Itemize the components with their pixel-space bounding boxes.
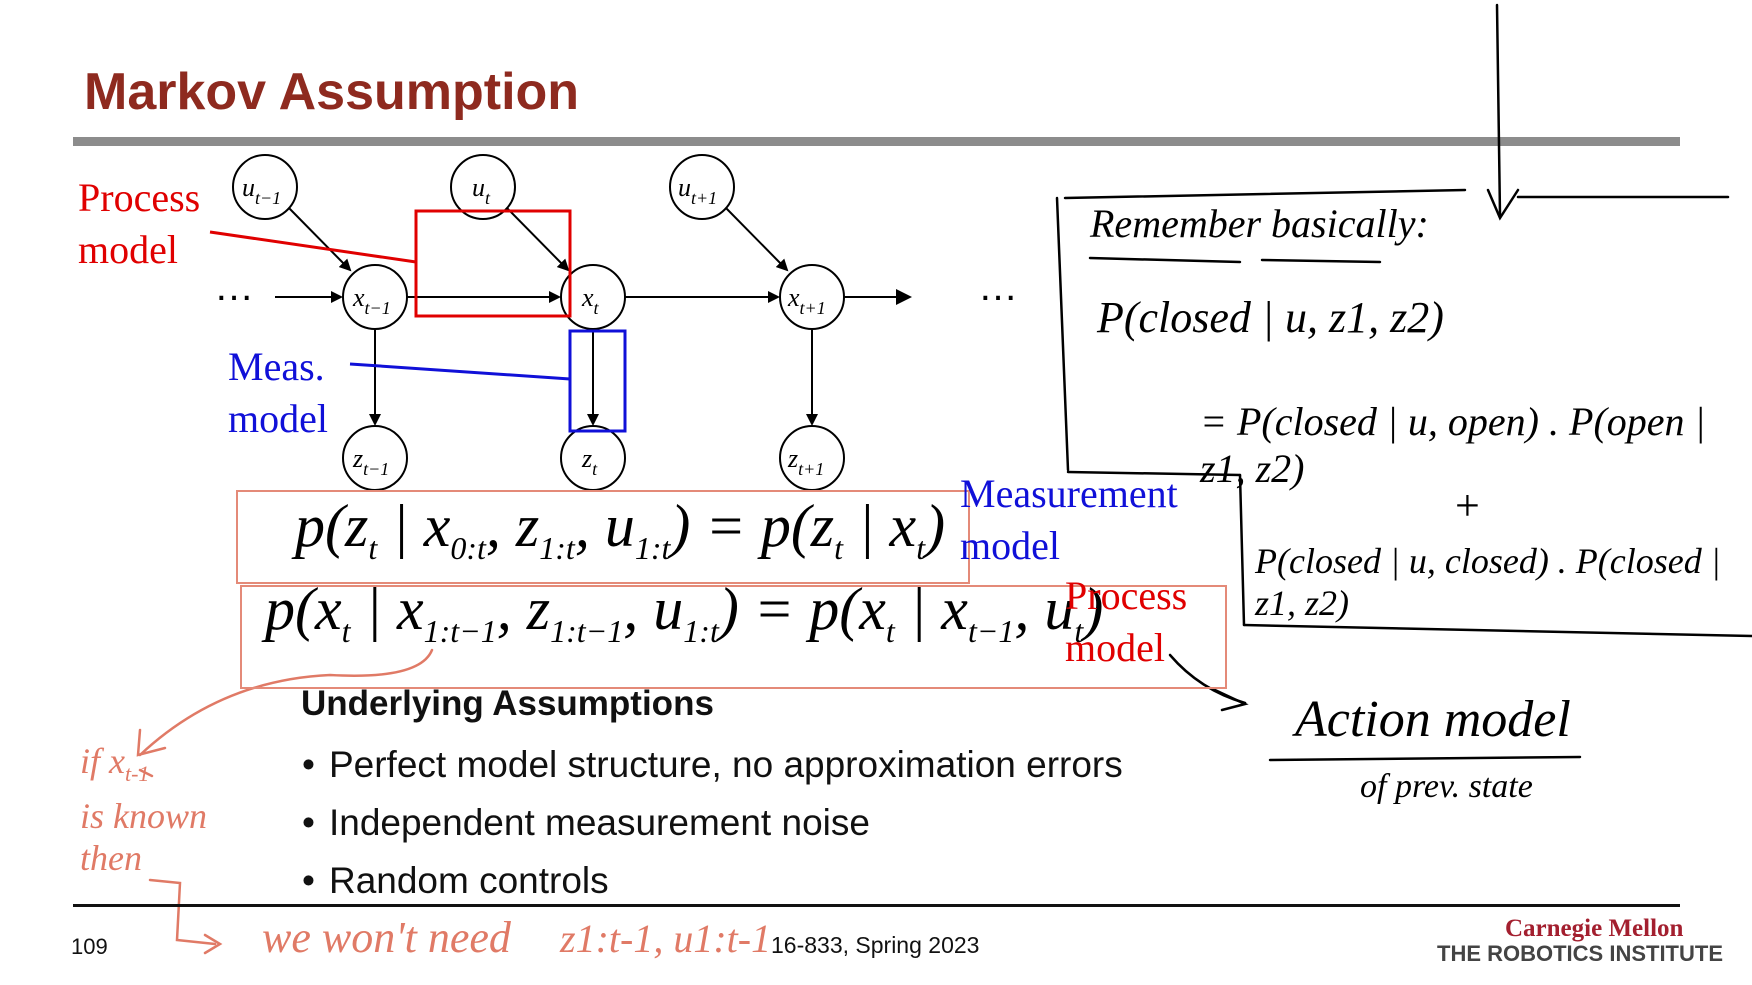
ellipsis-left: … <box>214 265 254 309</box>
note-heading: Remember basically: <box>1090 201 1429 246</box>
measurement-highlight-box <box>568 329 627 433</box>
process-highlight-box <box>414 209 572 318</box>
bottom-annotation: we won't need <box>262 913 511 962</box>
note-line2: = P(closed | u, open) . P(open | z1, z2) <box>1200 399 1706 491</box>
note-line1: P(closed | u, z1, z2) <box>1097 293 1444 342</box>
action-model-subnote: of prev. state <box>1360 768 1533 805</box>
edge-uprev-xprev <box>286 205 352 272</box>
note-line3: P(closed | u, closed) . P(closed | z1, z… <box>1255 541 1721 623</box>
node-z-cur <box>560 425 626 491</box>
note-plus: + <box>1455 481 1480 530</box>
assumption-item: Random controls <box>302 852 1123 910</box>
assumptions-heading: Underlying Assumptions <box>301 684 714 723</box>
cmu-logo-text: Carnegie Mellon <box>1505 915 1684 942</box>
measurement-model-label: Measurement model <box>960 471 1178 568</box>
action-model-note: Action model <box>1295 691 1571 748</box>
edge-unext-xnext <box>723 205 789 272</box>
edge-ucur-xcur <box>504 205 570 272</box>
process-equation: p(xt | x1:t−1, z1:t−1, u1:t) = p(xt | xt… <box>265 576 1104 649</box>
meas-model-label: Meas. model <box>228 344 328 441</box>
footer-divider <box>73 904 1680 907</box>
bottom-annotation-expr: z1:t-1, u1:t-1 <box>560 916 772 961</box>
node-label: u <box>242 173 255 202</box>
measurement-equation: p(zt | x0:t, z1:t, u1:t) = p(zt | xt) <box>295 493 946 566</box>
robotics-institute-text: THE ROBOTICS INSTITUTE <box>1437 941 1723 966</box>
assumption-item: Perfect model structure, no approximatio… <box>302 736 1123 794</box>
page-number: 109 <box>71 934 108 959</box>
assumptions-list: Perfect model structure, no approximatio… <box>302 736 1123 910</box>
process-pointer-line <box>209 230 417 264</box>
left-annotation: if xt-1 is known then <box>80 741 208 879</box>
ellipsis-right: … <box>978 265 1018 309</box>
process-model-label: Process model <box>78 175 201 272</box>
assumption-item: Independent measurement noise <box>302 794 1123 852</box>
process-model-eq-label: Process model <box>1065 573 1188 670</box>
measurement-pointer-line <box>349 362 571 381</box>
course-label: 16-833, Spring 2023 <box>771 932 980 958</box>
